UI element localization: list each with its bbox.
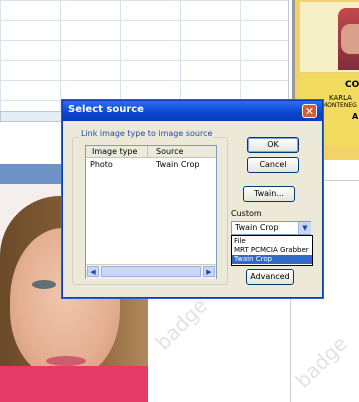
id-card-text-line-3: MONTENEG	[322, 102, 357, 109]
dropdown-option-twain-crop[interactable]: Twain Crop	[232, 255, 312, 264]
id-card-text-line-4: A	[352, 112, 359, 121]
ok-button[interactable]: OK	[247, 137, 299, 153]
column-header-source[interactable]: Source	[148, 146, 216, 158]
watermark-text: badge	[150, 293, 212, 355]
watermark-text: badge	[290, 331, 352, 393]
id-card-text-line-1: CO	[345, 80, 359, 90]
group-label: Link image type to image source	[79, 129, 215, 138]
custom-source-select[interactable]: Twain Crop ▼	[231, 221, 311, 235]
background-scrollbar	[0, 111, 62, 122]
custom-label: Custom	[231, 209, 262, 218]
dialog-title-bar[interactable]: Select source ✕	[63, 101, 322, 121]
custom-source-value: Twain Crop	[235, 223, 279, 232]
select-source-dialog: Select source ✕ Link image type to image…	[62, 100, 323, 298]
close-button[interactable]: ✕	[302, 104, 317, 118]
portrait-left-eye	[32, 280, 56, 289]
portrait-shirt	[0, 366, 148, 402]
arrow-left-icon: ◀	[90, 268, 96, 276]
table-row-image-type[interactable]: Photo	[90, 160, 113, 169]
dropdown-option-file[interactable]: File	[232, 237, 312, 246]
table-row-source[interactable]: Twain Crop	[156, 160, 200, 169]
chevron-down-icon[interactable]: ▼	[298, 222, 311, 234]
twain-button[interactable]: Twain...	[243, 186, 295, 202]
dropdown-option-mrt-pcmcia-grabber[interactable]: MRT PCMCIA Grabber	[232, 246, 312, 255]
horizontal-scrollbar[interactable]: ◀ ▶	[86, 264, 216, 279]
id-card-face	[341, 24, 359, 54]
scrollbar-thumb[interactable]	[101, 266, 201, 277]
portrait-lips	[46, 356, 86, 366]
dialog-title: Select source	[68, 104, 144, 115]
arrow-right-icon: ▶	[206, 268, 212, 276]
scroll-left-button[interactable]: ◀	[87, 266, 99, 277]
close-icon: ✕	[304, 105, 315, 118]
photo-panel-header	[0, 164, 64, 184]
scroll-right-button[interactable]: ▶	[203, 266, 215, 277]
id-card-text-line-2: KARLA	[329, 94, 352, 102]
column-header-image-type[interactable]: Image type	[86, 146, 148, 158]
cancel-button[interactable]: Cancel	[247, 157, 299, 173]
image-type-source-list[interactable]: Image type Source Photo Twain Crop ◀ ▶	[85, 145, 217, 279]
advanced-button[interactable]: Advanced	[246, 269, 294, 285]
custom-source-dropdown: File MRT PCMCIA Grabber Twain Crop	[231, 235, 313, 266]
